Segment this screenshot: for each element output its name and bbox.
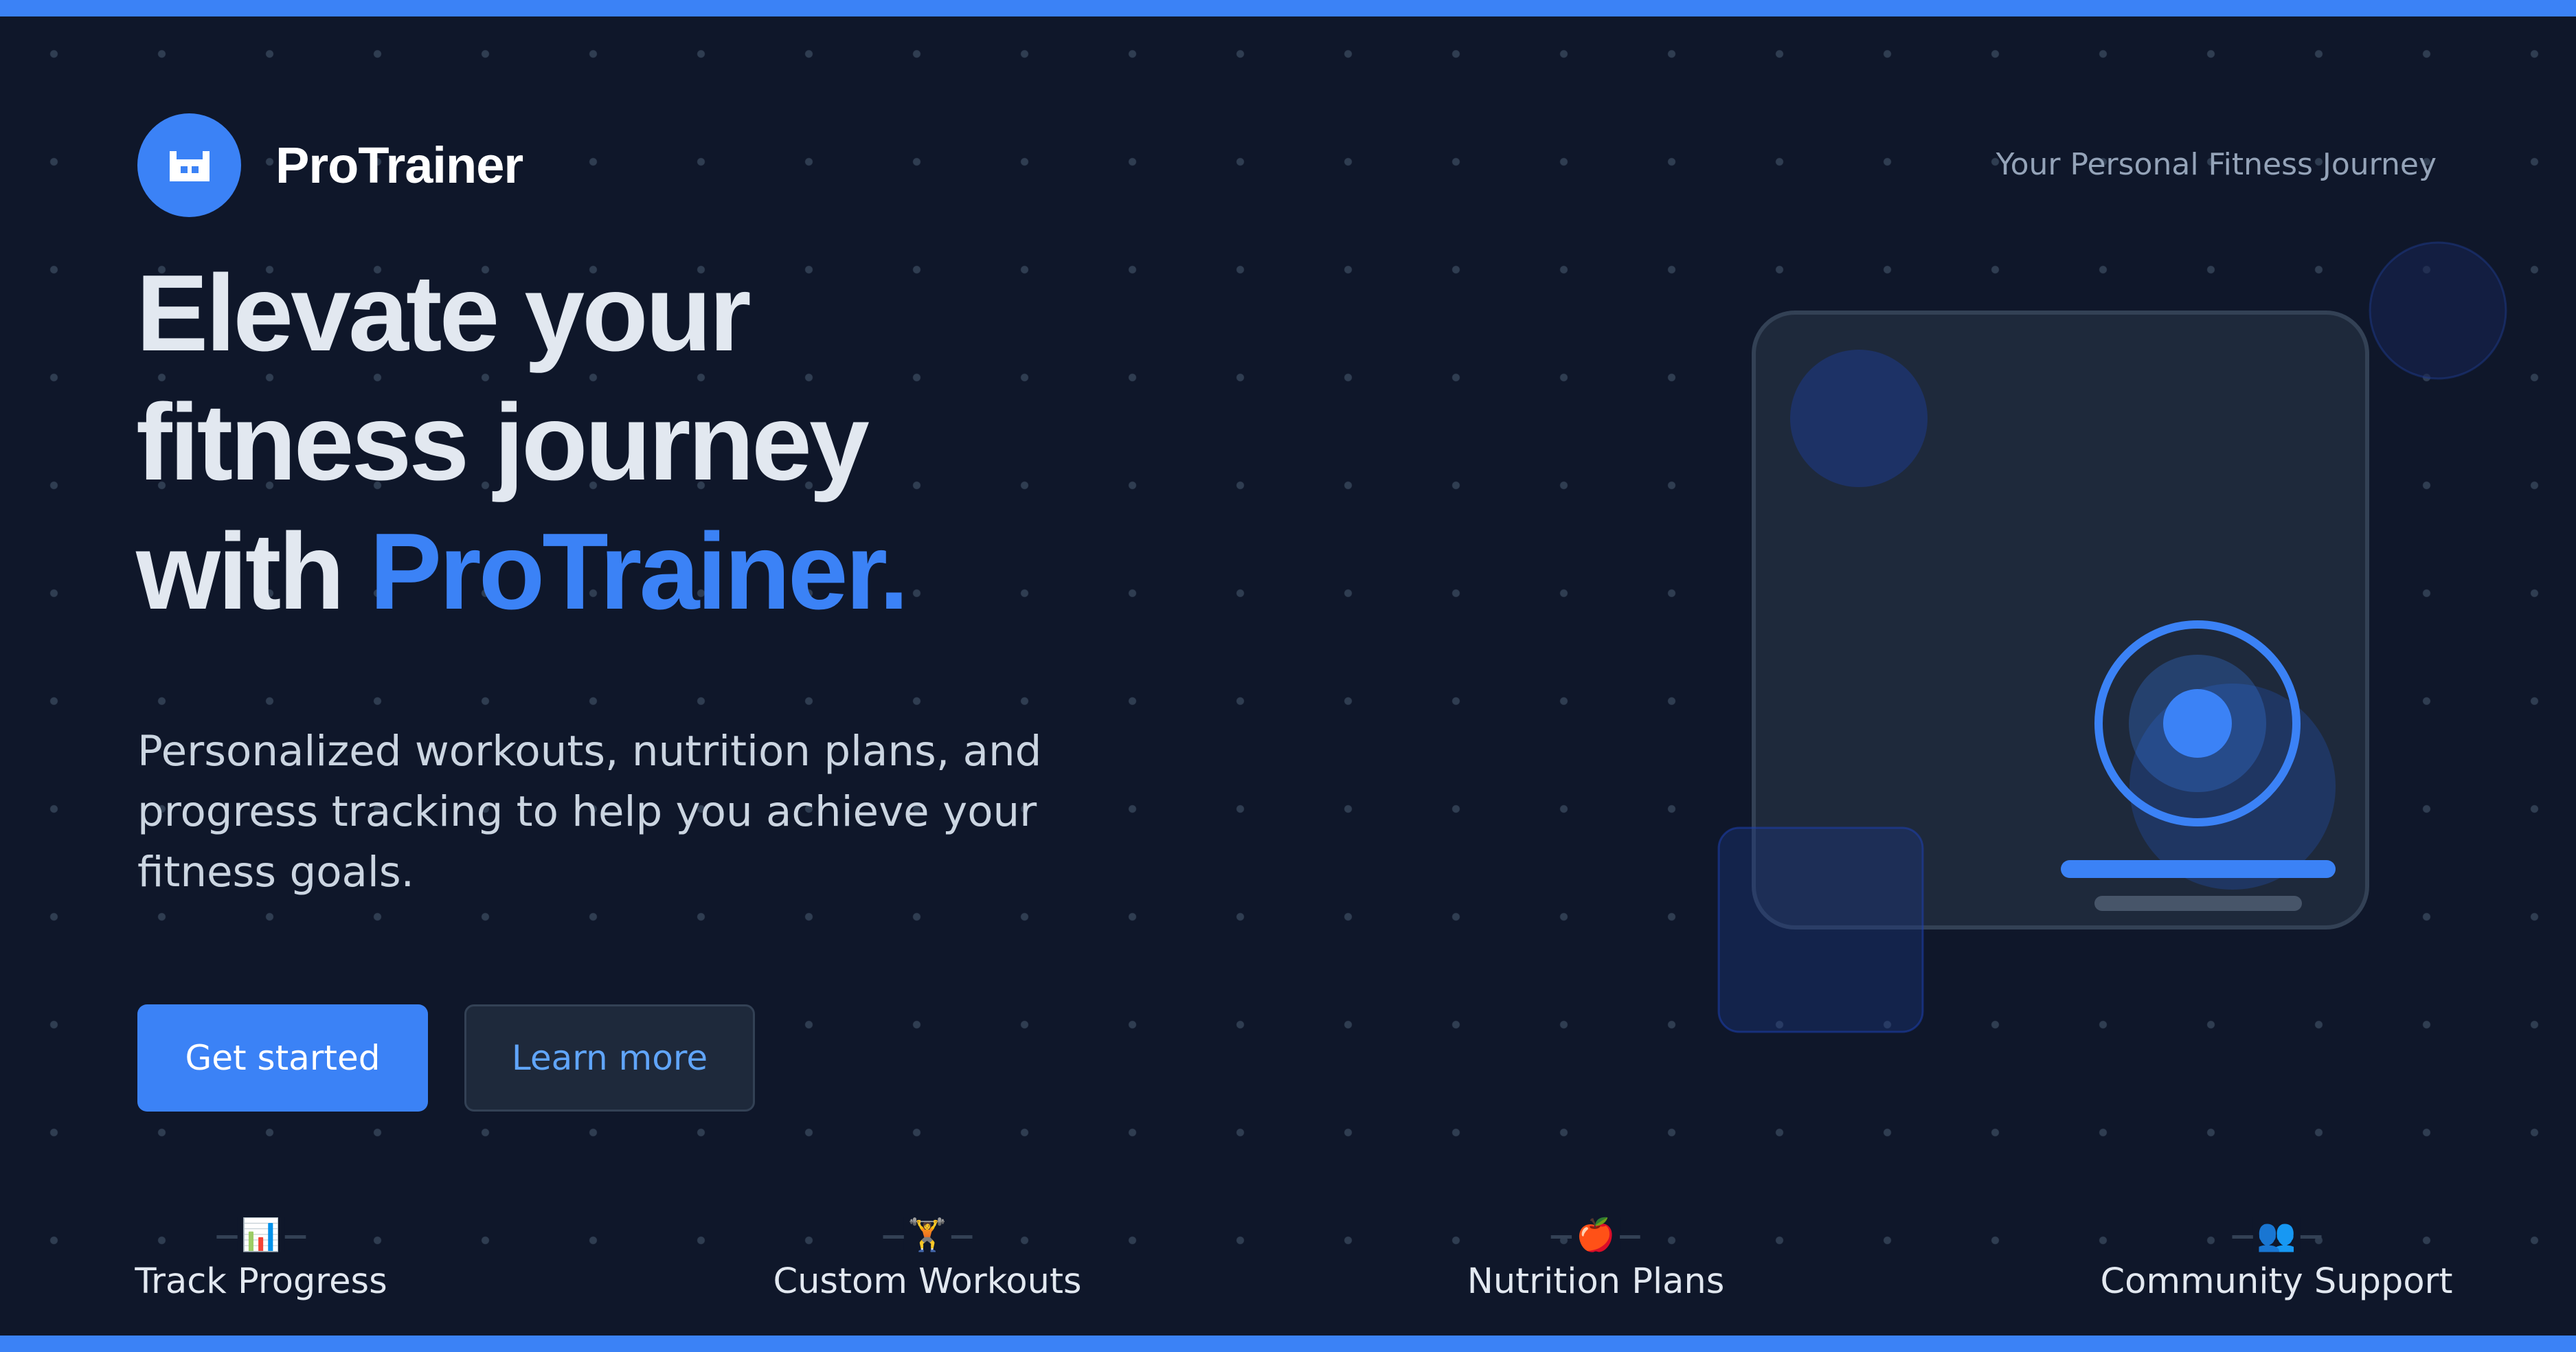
headline-accent: ProTrainer. — [369, 511, 909, 632]
hero-headline: Elevate your fitness journey with ProTra… — [136, 249, 1166, 636]
top-accent-bar — [0, 0, 2576, 16]
target-center-dot — [2163, 689, 2232, 758]
feature-label: Community Support — [2100, 1261, 2453, 1302]
feature-nutrition-plans: 🍎 Nutrition Plans — [1467, 1216, 1725, 1302]
feature-custom-workouts: 🏋️ Custom Workouts — [773, 1216, 1082, 1302]
bottom-accent-bar — [0, 1336, 2576, 1352]
progress-bar — [2061, 860, 2336, 878]
brand[interactable]: ProTrainer — [137, 113, 523, 217]
progress-bar-secondary — [2094, 896, 2302, 911]
headline-line-2: fitness journey — [136, 382, 870, 503]
card-avatar-circle — [1790, 350, 1928, 487]
logo-icon — [137, 113, 241, 217]
bar-chart-icon: 📊 — [237, 1217, 285, 1252]
feature-label: Nutrition Plans — [1467, 1261, 1725, 1302]
weightlifter-icon: 🏋️ — [903, 1217, 951, 1252]
feature-track-progress: 📊 Track Progress — [135, 1216, 387, 1302]
dumbbell-logo-icon — [169, 150, 210, 181]
feature-community-support: 👥 Community Support — [2101, 1216, 2453, 1302]
learn-more-button[interactable]: Learn more — [464, 1004, 755, 1112]
feature-label: Custom Workouts — [773, 1261, 1082, 1302]
hero-subtitle: Personalized workouts, nutrition plans, … — [137, 727, 1042, 897]
tagline: Your Personal Fitness Journey — [1996, 147, 2437, 182]
headline-line-3-prefix: with — [136, 511, 345, 632]
get-started-button[interactable]: Get started — [137, 1004, 428, 1112]
overlapping-panel — [1717, 826, 1924, 1033]
people-icon: 👥 — [2252, 1217, 2301, 1252]
apple-icon: 🍎 — [1572, 1217, 1620, 1252]
brand-name: ProTrainer — [275, 137, 523, 194]
decorative-circle-top-right — [2369, 241, 2507, 380]
headline-line-1: Elevate your — [136, 253, 752, 374]
feature-label: Track Progress — [135, 1261, 387, 1302]
